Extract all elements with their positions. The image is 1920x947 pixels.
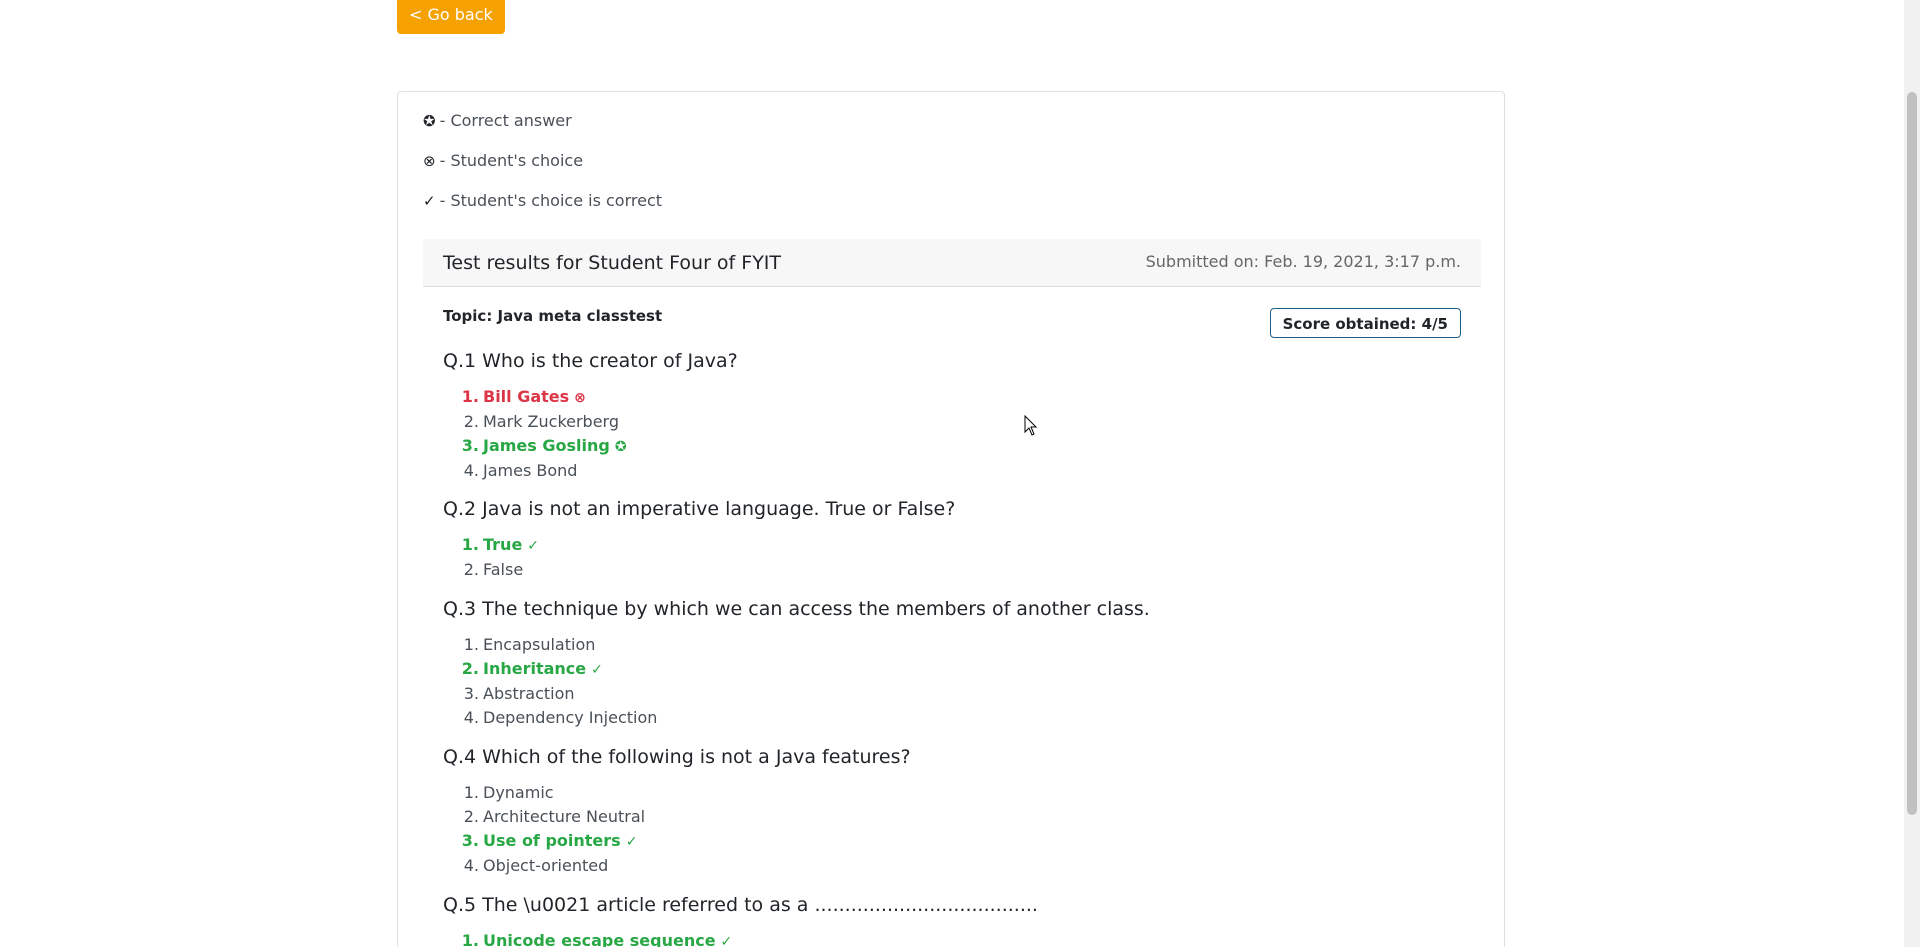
option-text: False bbox=[483, 560, 524, 579]
option-text: Dependency Injection bbox=[483, 708, 658, 727]
legend-student-choice: ⊗ - Student's choice bbox=[423, 151, 583, 171]
legend-choice-correct: ✓ - Student's choice is correct bbox=[423, 191, 662, 211]
topic-label: Topic: Java meta classtest bbox=[443, 307, 663, 325]
page: < Go back ✪ - Correct answer ⊗ - Student's… bbox=[0, 0, 1920, 947]
option-number: 1. bbox=[463, 783, 479, 802]
options-list: 1. Unicode escape sequence ✓ bbox=[443, 929, 1461, 947]
option-text: Use of pointers bbox=[483, 831, 621, 850]
student-choice-icon: ⊗ bbox=[423, 152, 436, 170]
results-card: ✪ - Correct answer ⊗ - Student's choice ✓ -… bbox=[397, 91, 1505, 947]
option-text: Abstraction bbox=[483, 684, 575, 703]
option-number: 1. bbox=[461, 535, 479, 554]
option-item: 3. James Gosling ✪ bbox=[443, 434, 1461, 459]
checkmark-icon: ✓ bbox=[720, 934, 733, 947]
option-item: 2. False bbox=[443, 558, 1461, 582]
question-text: Q.2 Java is not an imperative language. … bbox=[443, 498, 956, 520]
question-text: Q.4 Which of the following is not a Java… bbox=[443, 746, 911, 768]
option-text: Encapsulation bbox=[483, 635, 596, 654]
options-list: 1. Encapsulation 2. Inheritance ✓ 3. Abstrac… bbox=[443, 633, 1461, 730]
checkmark-icon: ✓ bbox=[591, 662, 603, 678]
legend-text: - Correct answer bbox=[439, 111, 572, 130]
question-5: Q.5 The \u0021 article referred to as a … bbox=[443, 893, 1461, 947]
vertical-scrollbar[interactable] bbox=[1904, 0, 1920, 947]
option-item: 4. James Bond bbox=[443, 459, 1461, 483]
option-item: 2. Inheritance ✓ bbox=[443, 657, 1461, 682]
checkmark-icon: ✓ bbox=[423, 192, 436, 210]
option-item: 1. Dynamic bbox=[443, 781, 1461, 805]
question-3: Q.3 The technique by which we can access… bbox=[443, 597, 1461, 730]
question-text: Q.1 Who is the creator of Java? bbox=[443, 350, 738, 372]
option-item: 1. True ✓ bbox=[443, 533, 1461, 558]
option-number: 4. bbox=[463, 708, 479, 727]
option-text: Object-oriented bbox=[483, 856, 609, 875]
checkmark-icon: ✓ bbox=[625, 834, 638, 850]
question-1: Q.1 Who is the creator of Java? 1. Bill G… bbox=[443, 349, 1461, 483]
option-item: 1. Bill Gates ⊗ bbox=[443, 385, 1461, 410]
option-number: 2. bbox=[461, 659, 479, 678]
correct-answer-icon: ✪ bbox=[614, 439, 627, 455]
go-back-button[interactable]: < Go back bbox=[397, 0, 505, 34]
mouse-cursor-icon bbox=[1024, 415, 1038, 436]
option-text: Inheritance bbox=[483, 659, 587, 678]
option-number: 1. bbox=[461, 931, 479, 947]
option-text: Unicode escape sequence bbox=[483, 931, 716, 947]
option-item: 1. Unicode escape sequence ✓ bbox=[443, 929, 1461, 947]
question-4: Q.4 Which of the following is not a Java… bbox=[443, 745, 1461, 878]
option-item: 3. Use of pointers ✓ bbox=[443, 829, 1461, 854]
results-title: Test results for Student Four of FYIT bbox=[443, 252, 782, 274]
option-text: Mark Zuckerberg bbox=[483, 412, 620, 431]
option-item: 2. Architecture Neutral bbox=[443, 805, 1461, 829]
option-number: 2. bbox=[463, 412, 479, 431]
question-text: Q.3 The technique by which we can access… bbox=[443, 598, 1150, 620]
option-item: 4. Dependency Injection bbox=[443, 706, 1461, 730]
option-item: 4. Object-oriented bbox=[443, 854, 1461, 878]
option-text: True bbox=[483, 535, 523, 554]
student-choice-icon: ⊗ bbox=[574, 390, 586, 406]
question-2: Q.2 Java is not an imperative language. … bbox=[443, 497, 1461, 582]
options-list: 1. Bill Gates ⊗ 2. Mark Zuckerberg 3. James … bbox=[443, 385, 1461, 483]
legend-text: - Student's choice bbox=[439, 151, 584, 170]
checkmark-icon: ✓ bbox=[527, 538, 540, 554]
option-text: James Bond bbox=[483, 461, 578, 480]
option-number: 3. bbox=[461, 831, 479, 850]
option-number: 4. bbox=[463, 856, 479, 875]
option-text: Architecture Neutral bbox=[483, 807, 646, 826]
option-text: Dynamic bbox=[483, 783, 554, 802]
submitted-date: Submitted on: Feb. 19, 2021, 3:17 p.m. bbox=[1145, 252, 1461, 271]
option-number: 3. bbox=[461, 436, 479, 455]
option-item: 1. Encapsulation bbox=[443, 633, 1461, 657]
option-number: 1. bbox=[463, 635, 479, 654]
legend-text: - Student's choice is correct bbox=[439, 191, 663, 210]
option-number: 2. bbox=[463, 807, 479, 826]
correct-answer-icon: ✪ bbox=[423, 112, 436, 130]
legend-correct-answer: ✪ - Correct answer bbox=[423, 111, 572, 131]
option-number: 2. bbox=[463, 560, 479, 579]
option-item: 3. Abstraction bbox=[443, 682, 1461, 706]
option-text: Bill Gates bbox=[483, 387, 570, 406]
options-list: 1. True ✓ 2. False bbox=[443, 533, 1461, 582]
option-item: 2. Mark Zuckerberg bbox=[443, 410, 1461, 434]
option-number: 3. bbox=[463, 684, 479, 703]
option-number: 1. bbox=[461, 387, 479, 406]
score-badge: Score obtained: 4/5 bbox=[1269, 308, 1461, 338]
results-header: Test results for Student Four of FYIT Su… bbox=[423, 239, 1481, 287]
option-text: James Gosling bbox=[483, 436, 610, 455]
scrollbar-thumb[interactable] bbox=[1907, 92, 1917, 815]
options-list: 1. Dynamic 2. Architecture Neutral 3. Use o… bbox=[443, 781, 1461, 878]
question-text: Q.5 The \u0021 article referred to as a … bbox=[443, 894, 1038, 916]
option-number: 4. bbox=[463, 461, 479, 480]
